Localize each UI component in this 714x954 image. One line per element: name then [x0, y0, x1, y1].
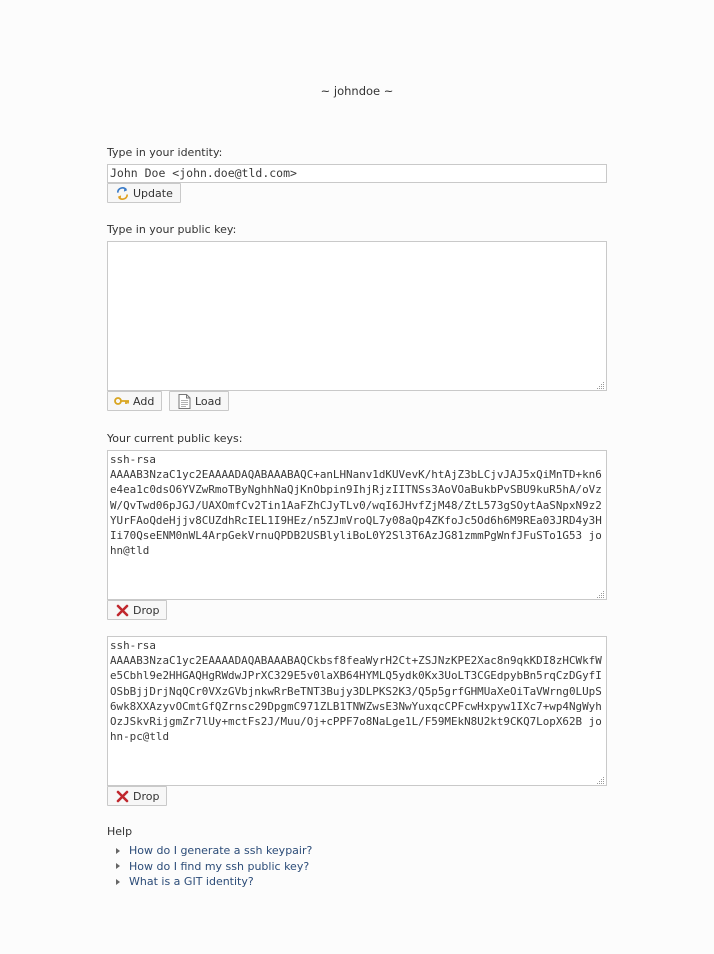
arrow-right-icon	[116, 847, 120, 854]
help-link-find-public-key[interactable]: How do I find my ssh public key?	[129, 860, 309, 873]
arrow-right-icon	[116, 863, 120, 870]
add-button-label: Add	[133, 394, 155, 408]
identity-input[interactable]: John Doe <john.doe@tld.com>	[107, 164, 607, 183]
resize-grip-icon[interactable]	[595, 774, 605, 784]
public-key-textarea-value	[108, 242, 606, 244]
delete-x-icon	[114, 602, 130, 618]
identity-input-value: John Doe <john.doe@tld.com>	[110, 166, 297, 180]
drop-button[interactable]: Drop	[107, 786, 168, 806]
update-button-label: Update	[133, 186, 173, 200]
current-keys-label: Your current public keys:	[107, 432, 243, 445]
resize-grip-icon[interactable]	[595, 379, 605, 389]
public-key-entry[interactable]: ssh-rsa AAAAB3NzaC1yc2EAAAADAQABAAABAQCk…	[107, 636, 607, 786]
drop-button[interactable]: Drop	[107, 600, 168, 620]
help-heading: Help	[107, 825, 133, 838]
key-icon	[114, 393, 130, 409]
identity-label: Type in your identity:	[107, 146, 223, 159]
resize-grip-icon[interactable]	[595, 588, 605, 598]
help-links: How do I generate a ssh keypair? How do …	[116, 843, 312, 890]
public-key-textarea[interactable]	[107, 241, 607, 391]
help-link-git-identity[interactable]: What is a GIT identity?	[129, 875, 254, 888]
update-button[interactable]: Update	[107, 183, 181, 203]
delete-x-icon	[114, 788, 130, 804]
public-key-entry-value: ssh-rsa AAAAB3NzaC1yc2EAAAADAQABAAABAQCk…	[110, 639, 602, 744]
help-item: How do I generate a ssh keypair?	[116, 843, 312, 859]
help-link-generate-keypair[interactable]: How do I generate a ssh keypair?	[129, 844, 312, 857]
drop-button-label: Drop	[133, 603, 160, 617]
drop-button-label: Drop	[133, 789, 160, 803]
refresh-icon	[114, 185, 130, 201]
help-item: What is a GIT identity?	[116, 874, 312, 890]
add-button[interactable]: Add	[107, 391, 163, 411]
load-button[interactable]: Load	[169, 391, 230, 411]
arrow-right-icon	[116, 878, 120, 885]
public-key-entry[interactable]: ssh-rsa AAAAB3NzaC1yc2EAAAADAQABAAABAQC+…	[107, 450, 607, 600]
document-icon	[176, 393, 192, 409]
page-title: ~ johndoe ~	[320, 84, 394, 98]
help-item: How do I find my ssh public key?	[116, 859, 312, 875]
load-button-label: Load	[195, 394, 222, 408]
public-key-entry-value: ssh-rsa AAAAB3NzaC1yc2EAAAADAQABAAABAQC+…	[110, 453, 602, 558]
public-key-label: Type in your public key:	[107, 223, 237, 236]
